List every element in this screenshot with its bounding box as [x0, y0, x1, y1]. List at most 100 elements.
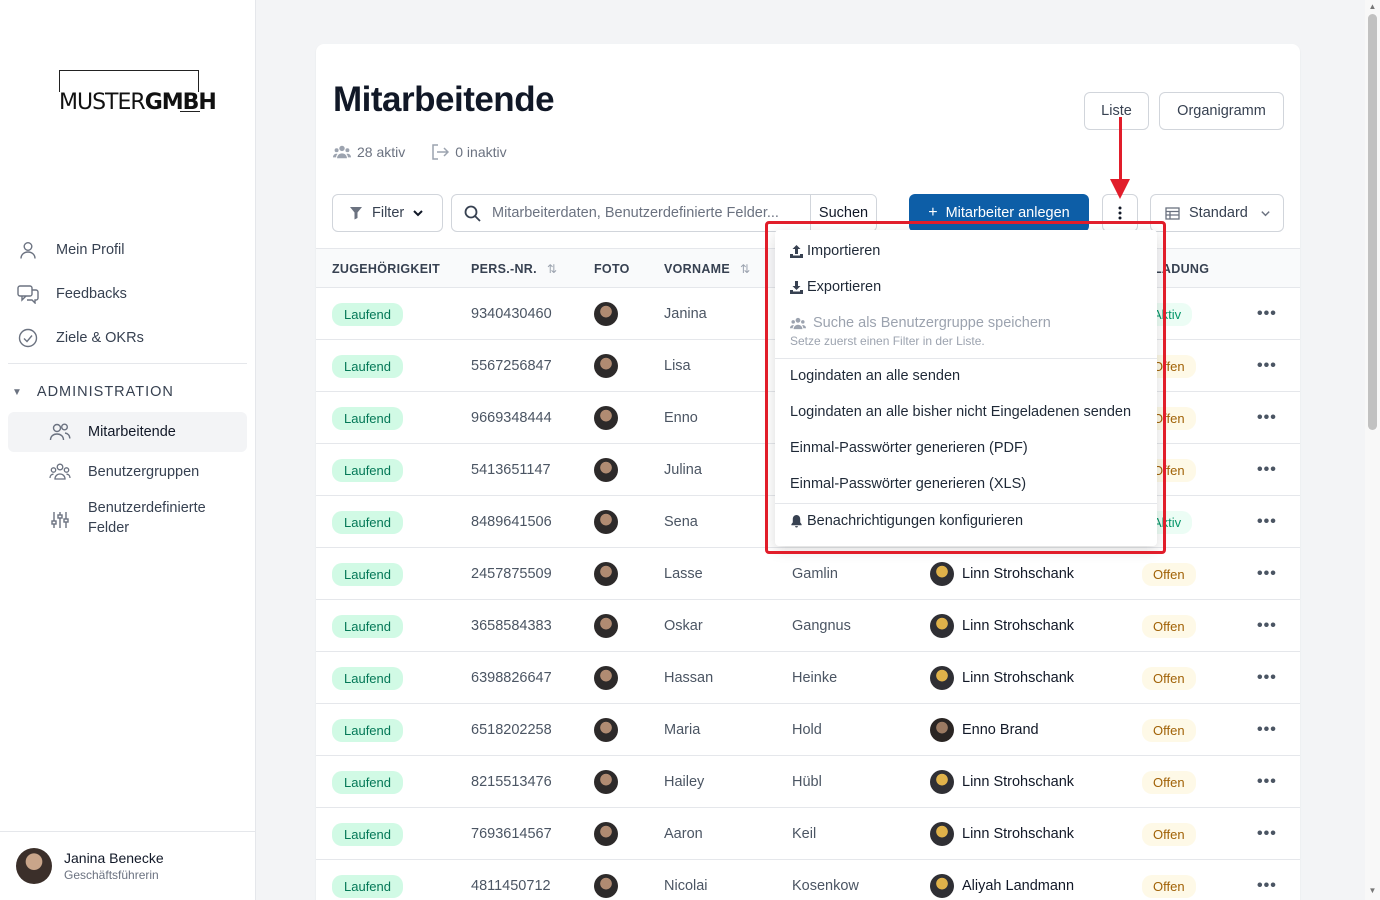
menu-item-label: Benachrichtigungen konfigurieren [807, 513, 1024, 529]
menu-item-send-all[interactable]: Logindaten an alle senden [790, 368, 960, 384]
menu-item-otp-xls[interactable]: Einmal-Passwörter generieren (XLS) [790, 476, 1026, 492]
admin-section-toggle[interactable]: ▼ ADMINISTRATION [12, 384, 174, 400]
company-logo[interactable]: MUSTERGMBH [59, 70, 218, 115]
avatar [594, 510, 618, 534]
manager-cell[interactable]: Enno Brand [930, 704, 1039, 756]
table-row[interactable]: Laufend 7693614567 Aaron Keil Linn Strohscha… [316, 808, 1300, 860]
inactive-count[interactable]: 0 inaktiv [431, 144, 507, 160]
manager-cell[interactable]: Linn Strohschank [930, 808, 1074, 860]
photo-cell [594, 652, 618, 704]
search-input[interactable] [492, 195, 810, 231]
manager-name: Linn Strohschank [962, 774, 1075, 790]
row-actions-button[interactable]: ••• [1257, 392, 1277, 444]
row-actions-button[interactable]: ••• [1257, 756, 1277, 808]
status-badge: Laufend [332, 562, 403, 586]
menu-item-export[interactable]: Exportieren [790, 279, 881, 295]
menu-item-label: Exportieren [807, 279, 882, 295]
table-row[interactable]: Laufend 8215513476 Hailey Hübl Linn Strohsch… [316, 756, 1300, 808]
menu-item-notifications[interactable]: Benachrichtigungen konfigurieren [790, 513, 1023, 529]
manager-cell[interactable]: Aliyah Landmann [930, 860, 1074, 900]
pers-nr-cell: 9669348444 [471, 410, 552, 426]
avatar [930, 874, 954, 898]
manager-cell[interactable]: Linn Strohschank [930, 548, 1074, 600]
scrollbar-thumb[interactable] [1368, 14, 1377, 430]
manager-name: Linn Strohschank [962, 566, 1075, 582]
user-role: Geschäftsführerin [64, 868, 159, 882]
active-count[interactable]: 28 aktiv [333, 144, 405, 160]
horizontal-dots-icon: ••• [1257, 357, 1277, 374]
table-row[interactable]: Laufend 4811450712 Nicolai Kosenkow Aliyah L… [316, 860, 1300, 900]
horizontal-dots-icon: ••• [1257, 825, 1277, 842]
menu-item-otp-pdf[interactable]: Einmal-Passwörter generieren (PDF) [790, 440, 1028, 456]
table-icon [1165, 206, 1180, 220]
menu-item-label: Importieren [807, 243, 881, 259]
sign-out-icon [432, 144, 450, 160]
avatar [594, 718, 618, 742]
photo-cell [594, 496, 618, 548]
search-button[interactable]: Suchen [810, 195, 876, 231]
invitation-cell: Offen [1142, 600, 1196, 652]
lastname-cell: Heinke [792, 670, 838, 686]
avatar [594, 562, 618, 586]
manager-cell[interactable]: Linn Strohschank [930, 756, 1074, 808]
firstname-cell: Janina [664, 306, 707, 322]
scroll-down-icon[interactable]: ▼ [1367, 886, 1378, 895]
column-firstname[interactable]: VORNAME ⇅ [664, 249, 750, 289]
invitation-cell: Offen [1142, 808, 1196, 860]
table-row[interactable]: Laufend 2457875509 Lasse Gamlin Linn Strohsc… [316, 548, 1300, 600]
avatar [594, 614, 618, 638]
view-org-chart-button[interactable]: Organigramm [1159, 92, 1284, 130]
sidebar-item-feedbacks[interactable]: Feedbacks [8, 274, 247, 314]
sidebar-item-goals[interactable]: Ziele & OKRs [8, 318, 247, 358]
sidebar-item-employees[interactable]: Mitarbeitende [8, 412, 247, 452]
manager-cell[interactable]: Linn Strohschank [930, 652, 1074, 704]
lastname-cell: Hübl [792, 774, 822, 790]
more-actions-menu: Importieren Exportieren Suche als Benutz… [775, 230, 1157, 546]
sort-icon: ⇅ [740, 262, 751, 276]
menu-item-send-uninvited[interactable]: Logindaten an alle bisher nicht Eingelad… [790, 404, 1131, 420]
row-actions-button[interactable]: ••• [1257, 288, 1277, 340]
row-actions-button[interactable]: ••• [1257, 808, 1277, 860]
row-actions-button[interactable]: ••• [1257, 496, 1277, 548]
status-badge: Laufend [332, 458, 403, 482]
row-actions-button[interactable]: ••• [1257, 860, 1277, 900]
user-profile-card[interactable]: Janina Benecke Geschäftsführerin [0, 831, 255, 900]
manager-cell[interactable]: Linn Strohschank [930, 600, 1074, 652]
table-row[interactable]: Laufend 6518202258 Maria Hold Enno Brand Offe… [316, 704, 1300, 756]
column-invitation[interactable]: LADUNG [1154, 249, 1209, 289]
table-row[interactable]: Laufend 6398826647 Hassan Heinke Linn Strohs… [316, 652, 1300, 704]
membership-cell: Laufend [332, 600, 403, 652]
view-list-button[interactable]: Liste [1084, 92, 1149, 130]
membership-cell: Laufend [332, 392, 403, 444]
lastname-cell: Gangnus [792, 618, 851, 634]
row-actions-button[interactable]: ••• [1257, 340, 1277, 392]
view-select-dropdown[interactable]: Standard [1150, 194, 1284, 232]
sidebar-item-profile[interactable]: Mein Profil [8, 230, 247, 270]
sidebar-item-user-groups[interactable]: Benutzergruppen [8, 452, 247, 492]
row-actions-button[interactable]: ••• [1257, 704, 1277, 756]
add-employee-button[interactable]: + Mitarbeiter anlegen [909, 194, 1089, 232]
column-membership[interactable]: ZUGEHÖRIGKEIT [332, 249, 440, 289]
scroll-up-icon[interactable]: ▲ [1367, 2, 1378, 11]
bell-icon [791, 514, 802, 528]
column-pers-nr[interactable]: PERS.-NR. ⇅ [471, 249, 557, 289]
filter-button[interactable]: Filter [332, 194, 443, 232]
status-badge: Laufend [332, 718, 403, 742]
pers-nr-cell: 2457875509 [471, 566, 552, 582]
column-label: PERS.-NR. [471, 262, 537, 276]
row-actions-button[interactable]: ••• [1257, 600, 1277, 652]
search-button-label: Suchen [818, 205, 869, 221]
table-row[interactable]: Laufend 3658584383 Oskar Gangnus Linn Strohs… [316, 600, 1300, 652]
sidebar-item-custom-fields[interactable]: Benutzerdefinierte Felder [8, 498, 247, 542]
more-actions-button[interactable] [1102, 194, 1138, 232]
menu-item-hint: Setze zuerst einen Filter in der Liste. [790, 334, 985, 348]
logo-text-left: MUSTER [59, 90, 146, 115]
firstname-cell: Lisa [664, 358, 691, 374]
photo-cell [594, 548, 618, 600]
status-badge: Laufend [332, 770, 403, 794]
row-actions-button[interactable]: ••• [1257, 444, 1277, 496]
row-actions-button[interactable]: ••• [1257, 548, 1277, 600]
row-actions-button[interactable]: ••• [1257, 652, 1277, 704]
menu-item-import[interactable]: Importieren [790, 243, 880, 259]
avatar [594, 406, 618, 430]
